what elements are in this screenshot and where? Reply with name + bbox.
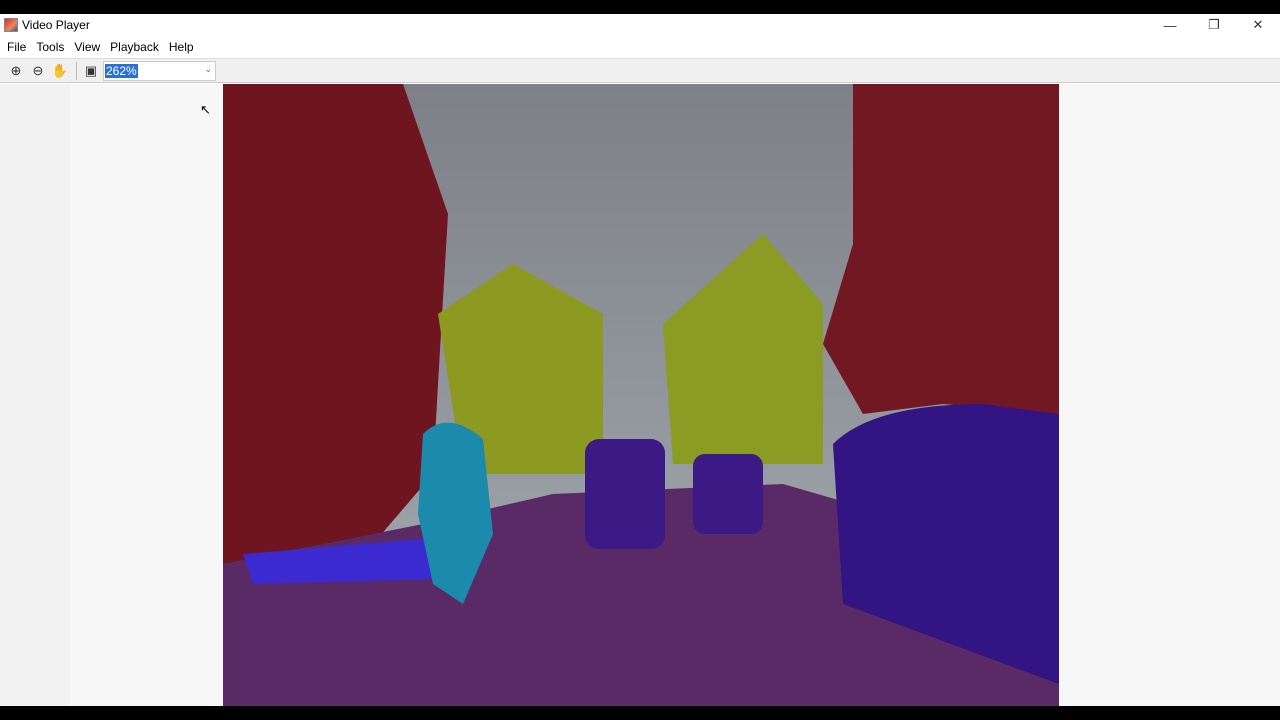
video-frame[interactable]: [223, 84, 1059, 706]
restore-button[interactable]: ❐: [1192, 14, 1236, 36]
close-button[interactable]: ✕: [1236, 14, 1280, 36]
title-bar: Video Player — ❐ ✕: [0, 14, 1280, 36]
left-building: [223, 84, 448, 564]
mouse-cursor-icon: ↖: [200, 102, 211, 117]
menu-file[interactable]: File: [2, 40, 31, 54]
toolbar: ⊕ ⊖ ✋ ▣ 262% ⌄: [0, 58, 1280, 83]
matlab-app-icon: [4, 18, 18, 32]
toolbar-separator: [76, 61, 77, 80]
car-center: [585, 439, 665, 549]
car-right-center: [693, 454, 763, 534]
menu-view[interactable]: View: [69, 40, 105, 54]
minimize-button[interactable]: —: [1148, 14, 1192, 36]
video-player-window: Video Player — ❐ ✕ File Tools View Playb…: [0, 14, 1280, 706]
window-title: Video Player: [22, 18, 90, 32]
zoom-level-combo[interactable]: 262% ⌄: [103, 60, 216, 81]
menu-bar: File Tools View Playback Help ↘: [0, 36, 1280, 74]
fit-to-window-icon[interactable]: ▣: [81, 61, 101, 81]
video-display-area: ↖: [0, 84, 1280, 706]
menu-tools[interactable]: Tools: [31, 40, 69, 54]
menu-help[interactable]: Help: [164, 40, 199, 54]
menu-playback[interactable]: Playback: [105, 40, 164, 54]
pan-hand-icon[interactable]: ✋: [50, 61, 70, 81]
zoom-level-value[interactable]: 262%: [105, 63, 138, 78]
right-building: [823, 84, 1059, 414]
zoom-in-icon[interactable]: ⊕: [6, 61, 26, 81]
zoom-out-icon[interactable]: ⊖: [28, 61, 48, 81]
left-margin: [0, 84, 70, 706]
chevron-down-icon[interactable]: ⌄: [204, 64, 212, 75]
